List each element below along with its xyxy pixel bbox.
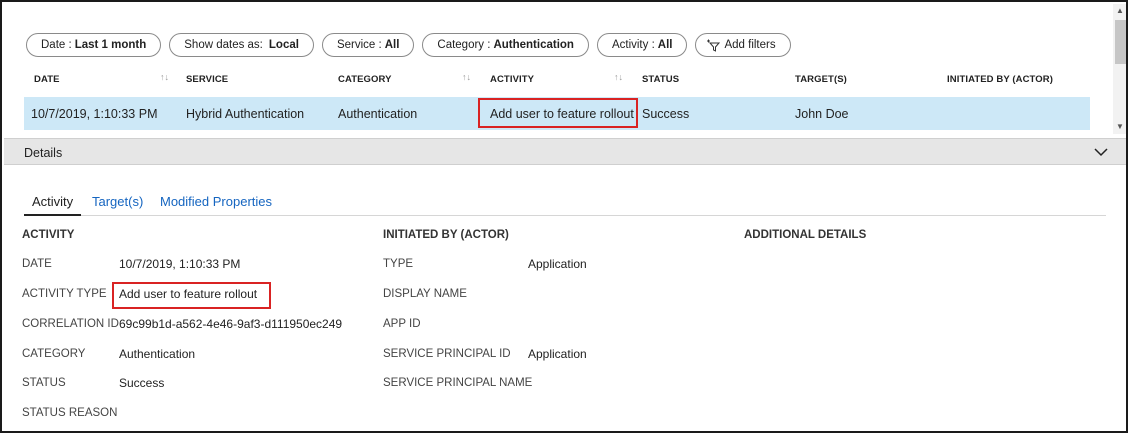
category-filter-label: Category : — [437, 39, 491, 51]
show-dates-pill[interactable]: Show dates as: Local — [169, 33, 314, 57]
field-label-date: DATE — [22, 258, 52, 270]
show-dates-value: Local — [268, 39, 299, 51]
sort-arrows-icon[interactable]: ↑↓ — [462, 72, 471, 82]
chevron-down-icon[interactable] — [1094, 145, 1108, 159]
scroll-down-icon[interactable]: ▼ — [1116, 122, 1124, 131]
tab-modified-properties[interactable]: Modified Properties — [160, 194, 272, 209]
row-status: Success — [642, 107, 690, 121]
field-label-service-principal-id: SERVICE PRINCIPAL ID — [383, 348, 511, 360]
field-label-activity-type: ACTIVITY TYPE — [22, 288, 107, 300]
category-filter-value: Authentication — [493, 39, 574, 51]
sort-arrows-icon[interactable]: ↑↓ — [160, 72, 169, 82]
sort-arrows-icon[interactable]: ↑↓ — [614, 72, 623, 82]
details-bar-label: Details — [24, 146, 63, 160]
activity-section-heading: ACTIVITY — [22, 229, 75, 241]
service-filter-label: Service : — [336, 39, 382, 51]
column-header-status[interactable]: STATUS — [642, 74, 679, 85]
show-dates-label: Show dates as: — [184, 39, 263, 51]
table-header: DATE ↑↓ SERVICE CATEGORY ↑↓ ACTIVITY ↑↓ … — [24, 66, 1090, 94]
add-filters-label: Add filters — [724, 39, 776, 51]
row-service: Hybrid Authentication — [186, 107, 305, 121]
category-filter-pill[interactable]: Category : Authentication — [422, 33, 589, 57]
field-label-status: STATUS — [22, 377, 66, 389]
scroll-up-icon[interactable]: ▲ — [1116, 6, 1124, 15]
filter-add-icon — [706, 38, 721, 52]
scrollbar-thumb[interactable] — [1115, 20, 1126, 64]
column-header-activity[interactable]: ACTIVITY — [490, 74, 534, 85]
column-header-targets[interactable]: TARGET(S) — [795, 74, 847, 85]
activity-filter-pill[interactable]: Activity : All — [596, 33, 688, 57]
activity-filter-label: Activity : — [611, 39, 655, 51]
row-targets: John Doe — [795, 107, 849, 121]
field-value-date: 10/7/2019, 1:10:33 PM — [119, 257, 241, 271]
row-activity-highlight — [478, 98, 638, 128]
column-header-category[interactable]: CATEGORY — [338, 74, 392, 85]
active-tab-indicator — [24, 214, 81, 216]
column-header-service[interactable]: SERVICE — [186, 74, 228, 85]
service-filter-pill[interactable]: Service : All — [321, 33, 415, 57]
field-label-service-principal-name: SERVICE PRINCIPAL NAME — [383, 377, 533, 389]
field-label-category: CATEGORY — [22, 348, 86, 360]
field-value-category: Authentication — [119, 347, 196, 361]
date-filter-value: Last 1 month — [74, 39, 147, 51]
add-filters-button[interactable]: Add filters — [695, 33, 791, 57]
row-category: Authentication — [338, 107, 418, 121]
activity-filter-value: All — [657, 39, 673, 51]
table-scrollbar[interactable]: ▲ ▼ — [1113, 4, 1126, 134]
field-value-service-principal-id: Application — [528, 347, 587, 361]
activity-type-highlight — [112, 282, 271, 309]
tab-targets[interactable]: Target(s) — [92, 194, 143, 209]
details-tabs: Activity Target(s) Modified Properties — [24, 192, 1106, 216]
field-label-display-name: DISPLAY NAME — [383, 288, 467, 300]
additional-section-heading: ADDITIONAL DETAILS — [744, 229, 867, 241]
details-bar[interactable]: Details — [4, 138, 1126, 165]
field-value-correlation-id: 69c99b1d-a562-4e46-9af3-d111950ec249 — [119, 317, 343, 331]
filter-bar: Date : Last 1 month Show dates as: Local… — [26, 33, 791, 57]
initiated-section-heading: INITIATED BY (ACTOR) — [383, 229, 509, 241]
field-value-type: Application — [528, 257, 587, 271]
service-filter-value: All — [384, 39, 400, 51]
column-header-date[interactable]: DATE — [34, 74, 60, 85]
audit-log-window: Date : Last 1 month Show dates as: Local… — [0, 0, 1128, 433]
date-filter-label: Date : — [41, 39, 72, 51]
field-label-status-reason: STATUS REASON — [22, 407, 118, 419]
field-value-status: Success — [119, 376, 165, 390]
field-label-app-id: APP ID — [383, 318, 421, 330]
field-label-type: TYPE — [383, 258, 414, 270]
column-header-initiated-by[interactable]: INITIATED BY (ACTOR) — [947, 74, 1053, 85]
row-date: 10/7/2019, 1:10:33 PM — [31, 107, 158, 121]
date-filter-pill[interactable]: Date : Last 1 month — [26, 33, 162, 57]
field-label-correlation-id: CORRELATION ID — [22, 318, 119, 330]
tab-activity[interactable]: Activity — [32, 194, 73, 209]
